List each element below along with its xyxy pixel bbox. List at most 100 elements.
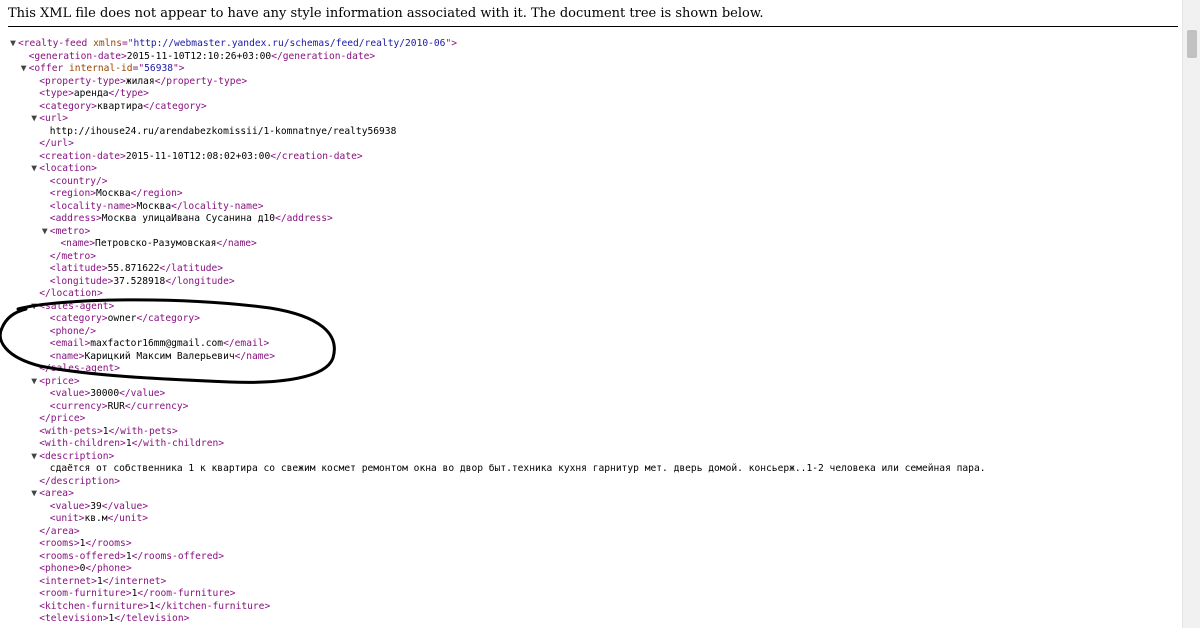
xml-tag: <phone/> [49, 325, 97, 337]
xml-style-notice: This XML file does not appear to have an… [8, 6, 764, 21]
xml-tag: </category> [136, 313, 200, 324]
xml-line: ▼ <url> [8, 113, 1178, 126]
collapse-toggle-icon[interactable]: ▼ [29, 376, 39, 389]
xml-line: <email>maxfactor16mm@gmail.com</email> [8, 338, 1178, 351]
xml-tag: <url> [39, 113, 69, 124]
xml-tag: </metro> [49, 250, 97, 262]
xml-tag: <phone> [39, 563, 80, 574]
xml-tag: </rooms-offered> [131, 550, 225, 562]
xml-tag: <kitchen-furniture> [39, 600, 149, 612]
xml-line: <value>39</value> [8, 501, 1178, 514]
header-divider [8, 26, 1178, 27]
xml-tag: <offer [28, 63, 70, 74]
scrollbar-thumb[interactable] [1187, 30, 1197, 58]
xml-tag: </latitude> [159, 263, 224, 274]
xml-tag: <area> [39, 488, 74, 499]
xml-tag: </currency> [124, 400, 189, 412]
xml-line: </url> [8, 138, 1178, 151]
xml-tag: </unit> [107, 513, 148, 524]
xml-line: <rooms>1</rooms> [8, 538, 1178, 551]
xml-line: <locality-name>Москва</locality-name> [8, 201, 1178, 214]
xml-line: ▼ <sales-agent> [8, 301, 1178, 314]
xml-tag: </property-type> [154, 75, 248, 87]
xml-tag: <type> [39, 88, 74, 99]
xml-line: <category>квартира</category> [8, 101, 1178, 114]
xml-line: ▼ <offer internal-id="56938"> [8, 63, 1178, 76]
xml-line: <unit>кв.м</unit> [8, 513, 1178, 526]
xml-tag: </price> [39, 413, 86, 424]
xml-tag: </generation-date> [271, 50, 376, 62]
collapse-toggle-icon[interactable]: ▼ [29, 488, 39, 501]
xml-attr-name: xmlns [93, 38, 122, 49]
xml-tag: <longitude> [49, 275, 114, 287]
xml-tag: </internet> [102, 575, 167, 587]
collapse-toggle-icon[interactable]: ▼ [19, 63, 29, 76]
collapse-toggle-icon[interactable]: ▼ [29, 301, 39, 314]
xml-tag: <category> [39, 100, 97, 112]
xml-line: <kitchen-furniture>1</kitchen-furniture> [8, 601, 1178, 614]
xml-tag: </name> [216, 238, 257, 249]
xml-text: квартира [96, 100, 144, 112]
xml-line: <currency>RUR</currency> [8, 401, 1178, 414]
xml-line: </location> [8, 288, 1178, 301]
xml-tag: <country/> [49, 175, 108, 187]
xml-text: сдаётся от собственника 1 к квартира со … [49, 463, 986, 474]
xml-tag: <unit> [49, 513, 85, 524]
xml-line: <latitude>55.871622</latitude> [8, 263, 1178, 276]
xml-line: ▼ <price> [8, 376, 1178, 389]
xml-line: </metro> [8, 251, 1178, 264]
xml-tag: </name> [234, 350, 276, 362]
xml-text: Москва улицаИвана Сусанина д10 [101, 213, 276, 224]
xml-tag: </description> [39, 475, 121, 487]
xml-tag: <rooms> [39, 538, 80, 549]
xml-line: <longitude>37.528918</longitude> [8, 276, 1178, 289]
xml-tag: <latitude> [49, 263, 108, 274]
collapse-toggle-icon[interactable]: ▼ [29, 451, 39, 464]
collapse-toggle-icon[interactable]: ▼ [8, 38, 18, 51]
xml-tag: </room-furniture> [137, 588, 236, 599]
xml-tag: <room-furniture> [39, 588, 132, 599]
xml-tag: <metro> [49, 225, 91, 237]
xml-line: <television>1</television> [8, 613, 1178, 626]
xml-tag: <realty-feed [18, 38, 94, 49]
xml-tag: </area> [39, 525, 80, 537]
xml-line: <internet>1</internet> [8, 576, 1178, 589]
xml-tag: <locality-name> [49, 200, 137, 212]
xml-line: ▼ <area> [8, 488, 1178, 501]
xml-text: жилая [125, 75, 155, 87]
xml-line: <creation-date>2015-11-10T12:08:02+03:00… [8, 151, 1178, 164]
xml-line: <room-furniture>1</room-furniture> [8, 588, 1178, 601]
xml-tag: <currency> [49, 400, 108, 412]
xml-line: <address>Москва улицаИвана Сусанина д10<… [8, 213, 1178, 226]
xml-tag: <creation-date> [39, 150, 126, 162]
xml-tag: <address> [49, 213, 102, 224]
xml-tag: </location> [39, 288, 103, 299]
collapse-toggle-icon[interactable]: ▼ [40, 226, 50, 239]
xml-tag: </sales-agent> [39, 363, 121, 374]
xml-text: аренда [73, 88, 109, 99]
xml-tag: <price> [39, 375, 80, 387]
xml-text: 2015-11-10T12:08:02+03:00 [125, 150, 271, 162]
xml-tag: <name> [49, 350, 85, 362]
xml-line: </area> [8, 526, 1178, 539]
xml-line: <country/> [8, 176, 1178, 189]
xml-tag: </with-children> [131, 438, 225, 449]
xml-text: RUR [107, 400, 125, 412]
xml-tag: <description> [39, 450, 115, 462]
xml-line: ▼ <realty-feed xmlns="http://webmaster.ya… [8, 38, 1178, 51]
collapse-toggle-icon[interactable]: ▼ [29, 113, 39, 126]
collapse-toggle-icon[interactable]: ▼ [29, 163, 39, 176]
xml-tag: </value> [101, 500, 149, 512]
xml-line: ▼ <description> [8, 451, 1178, 464]
xml-tag: =" [132, 63, 145, 74]
xml-line: ▼ <metro> [8, 226, 1178, 239]
xml-line: <generation-date>2015-11-10T12:10:26+03:… [8, 51, 1178, 64]
xml-tag: <sales-agent> [39, 300, 115, 312]
xml-tag: <with-pets> [39, 425, 103, 437]
xml-text: maxfactor16mm@gmail.com [90, 338, 224, 349]
vertical-scrollbar[interactable] [1182, 0, 1200, 628]
xml-tag: </email> [223, 338, 270, 349]
xml-line: <name>Петровско-Разумовская</name> [8, 238, 1178, 251]
xml-tag: </type> [108, 88, 149, 99]
xml-tag: </longitude> [165, 275, 235, 287]
